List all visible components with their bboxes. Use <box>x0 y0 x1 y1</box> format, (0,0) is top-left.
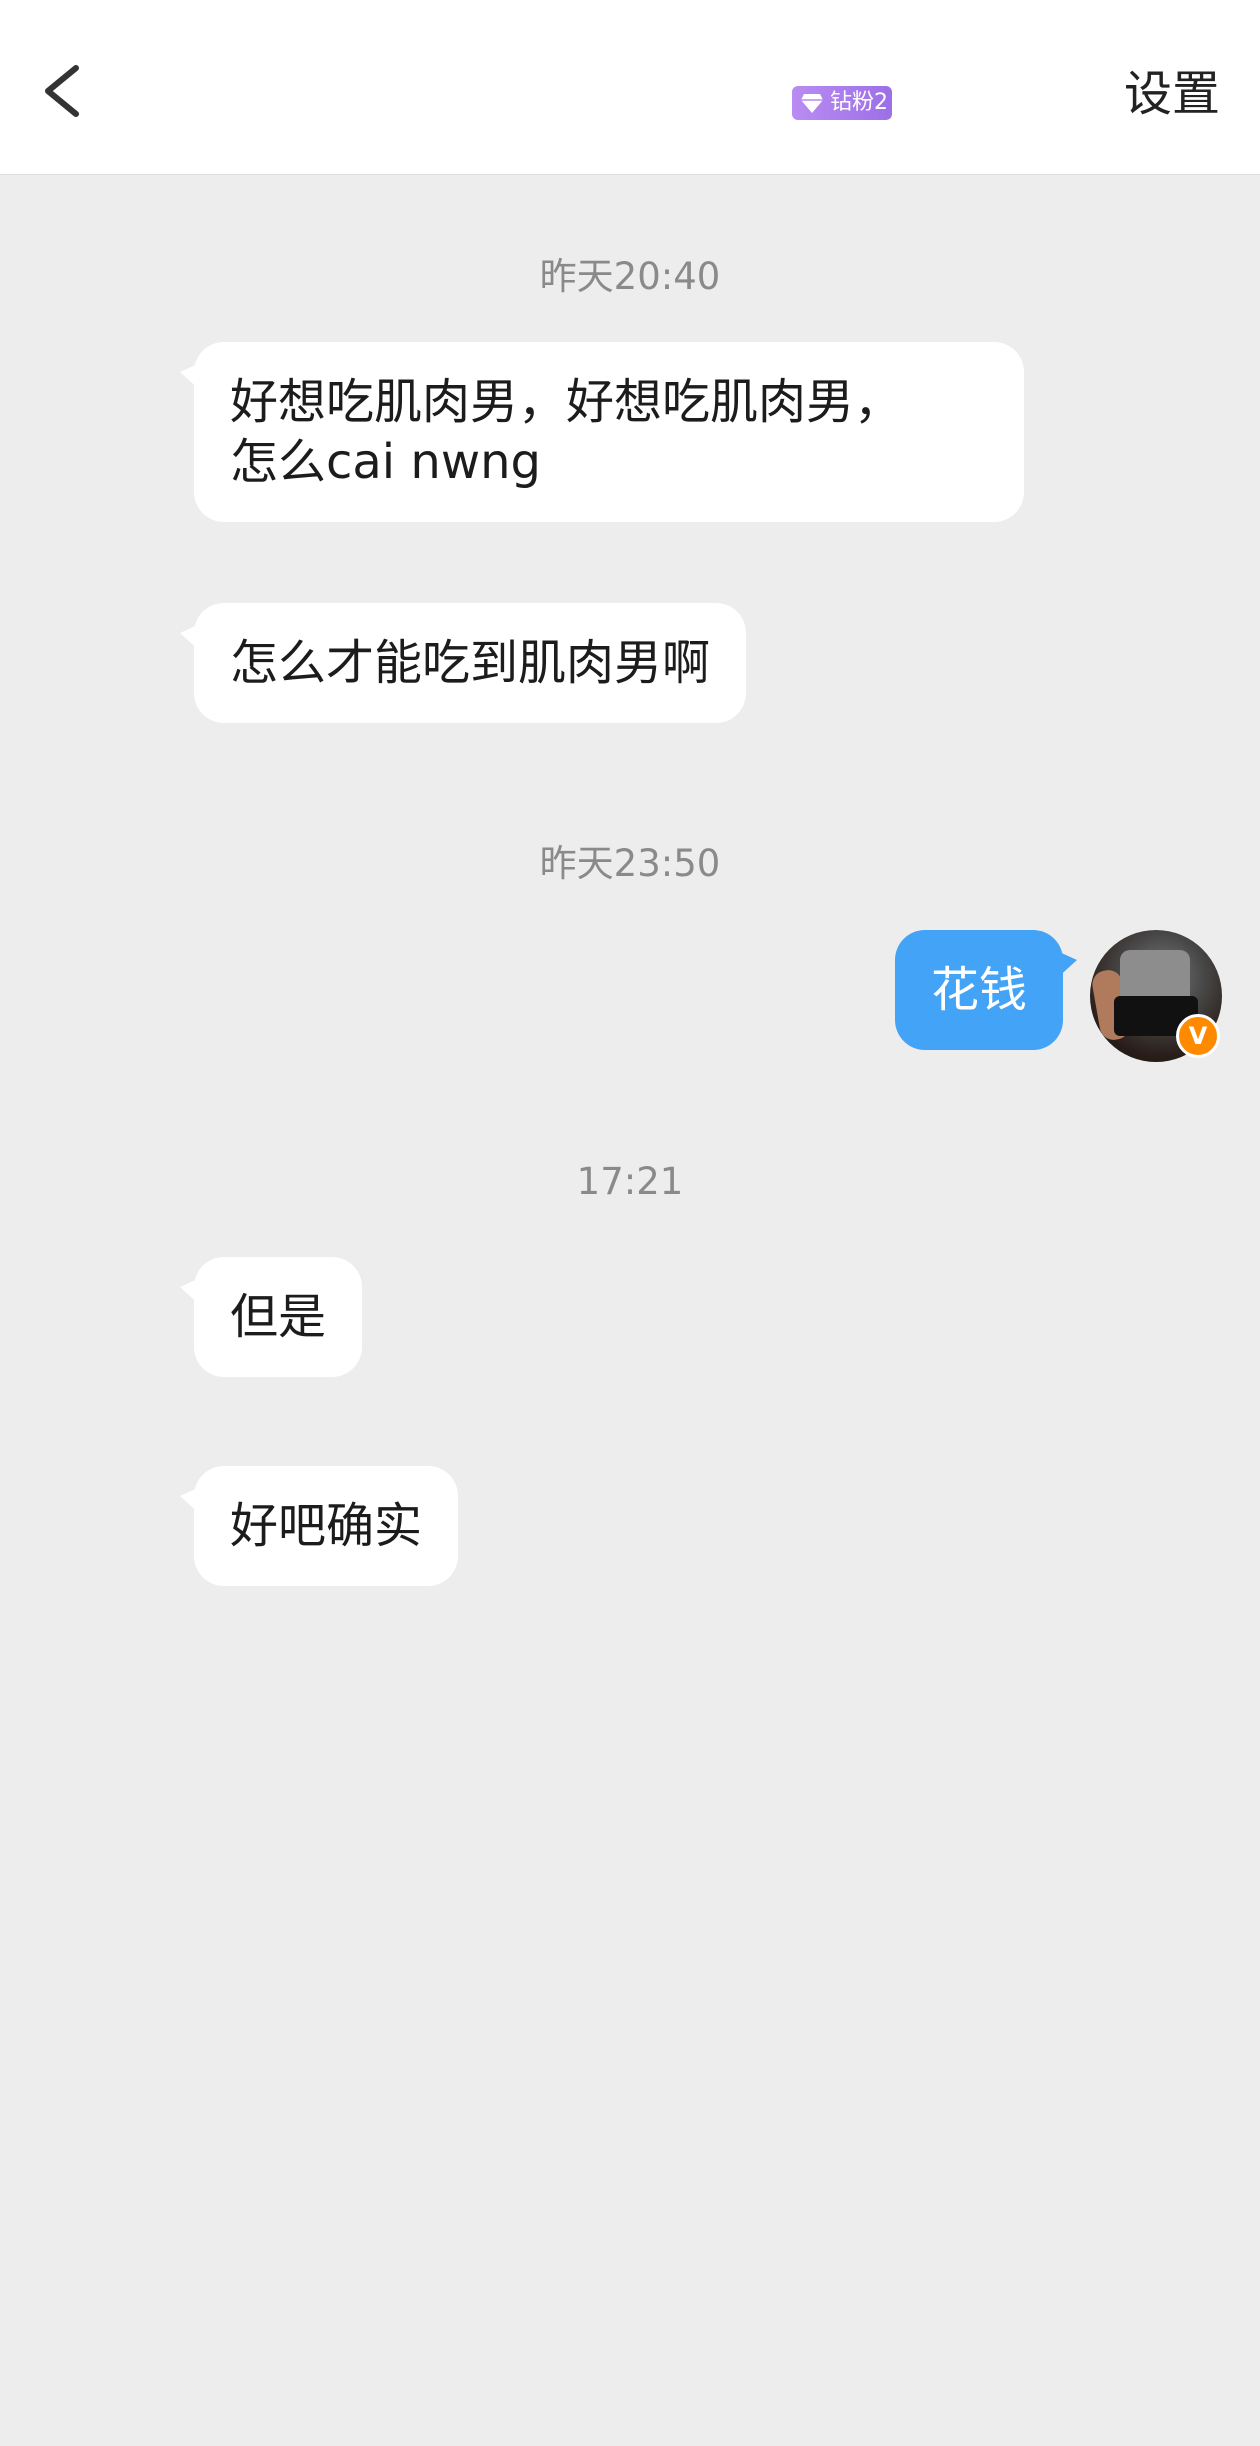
timestamp: 昨天20:40 <box>539 255 721 298</box>
settings-button[interactable]: 设置 <box>1124 70 1220 118</box>
avatar-shirt <box>1120 950 1190 1000</box>
chat-header: 钻粉2 设置 <box>0 0 1260 175</box>
received-message[interactable]: 但是 <box>179 1257 363 1377</box>
received-message[interactable]: 怎么才能吃到肌肉男啊 <box>179 603 747 723</box>
sent-message[interactable]: 花钱 <box>895 930 1078 1050</box>
badge-label: 钻粉2 <box>830 90 888 115</box>
timestamp: 昨天23:50 <box>539 842 721 885</box>
received-message[interactable]: 好想吃肌肉男，好想吃肌肉男， 怎么cai nwng <box>180 342 1024 522</box>
verified-badge-icon: V <box>1176 1014 1220 1058</box>
back-button[interactable] <box>28 56 98 126</box>
received-message[interactable]: 好吧确实 <box>179 1466 459 1586</box>
message-text: 怎么才能吃到肌肉男啊 <box>230 635 711 691</box>
chevron-left-icon <box>45 65 79 117</box>
message-text: 好吧确实 <box>230 1498 423 1554</box>
fan-level-badge[interactable]: 钻粉2 <box>792 86 892 120</box>
message-text: 好想吃肌肉男，好想吃肌肉男， 怎么cai nwng <box>230 374 903 490</box>
message-text: 花钱 <box>931 962 1028 1018</box>
timestamp: 17:21 <box>576 1160 684 1203</box>
message-text: 但是 <box>230 1289 327 1345</box>
diamond-icon <box>801 94 823 113</box>
